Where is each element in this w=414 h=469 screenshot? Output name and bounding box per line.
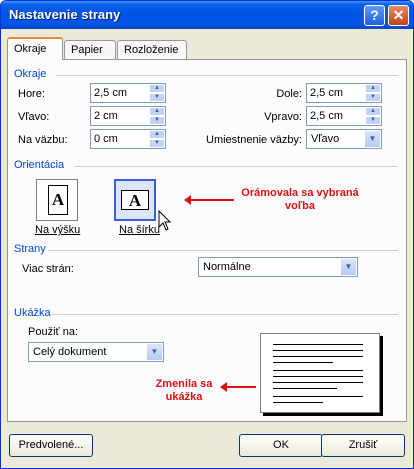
landscape-page-icon: A bbox=[121, 190, 149, 210]
bottom-margin-value: 2,5 cm bbox=[310, 87, 344, 99]
multiple-pages-value: Normálne bbox=[203, 261, 251, 273]
gutter-position-label: Umiestnenie väzby: bbox=[206, 134, 302, 146]
right-margin-spinner[interactable]: 2,5 cm ▲ ▼ bbox=[306, 106, 382, 126]
tab-margins[interactable]: Okraje bbox=[7, 37, 63, 60]
arrow-icon bbox=[184, 195, 234, 205]
spin-arrows-icon[interactable]: ▲ ▼ bbox=[149, 84, 165, 102]
divider bbox=[48, 250, 398, 251]
ok-button[interactable]: OK bbox=[239, 434, 323, 457]
gutter-value: 0 cm bbox=[94, 133, 118, 145]
chevron-down-icon[interactable]: ▼ bbox=[364, 130, 381, 148]
cancel-button[interactable]: Zrušiť bbox=[321, 434, 405, 457]
left-margin-value: 2 cm bbox=[94, 110, 118, 122]
portrait-label[interactable]: Na výšku bbox=[35, 224, 80, 236]
bottom-margin-spinner[interactable]: 2,5 cm ▲ ▼ bbox=[306, 83, 382, 103]
preview-page bbox=[260, 333, 380, 413]
divider bbox=[74, 166, 398, 167]
multiple-pages-label: Viac strán: bbox=[22, 263, 74, 275]
orientation-callout: Orámovala sa vybraná voľba bbox=[241, 187, 359, 212]
gutter-label: Na väzbu: bbox=[18, 134, 68, 146]
orientation-group-title: Orientácia bbox=[14, 159, 65, 171]
tab-panel-margins: Okraje Hore: 2,5 cm ▲ ▼ Vľavo: 2 cm ▲ ▼ Na… bbox=[7, 59, 407, 422]
mouse-pointer-icon bbox=[158, 210, 172, 231]
title-bar: Nastavenie strany ? ✕ bbox=[1, 1, 413, 29]
gutter-position-value: Vľavo bbox=[311, 133, 340, 145]
right-margin-label: Vpravo: bbox=[264, 111, 302, 123]
apply-to-value: Celý dokument bbox=[33, 346, 107, 358]
chevron-down-icon[interactable]: ▼ bbox=[340, 258, 357, 276]
preview-group-title: Ukážka bbox=[14, 307, 51, 319]
help-button[interactable]: ? bbox=[364, 5, 385, 26]
right-margin-value: 2,5 cm bbox=[310, 110, 344, 122]
close-button[interactable]: ✕ bbox=[388, 5, 409, 26]
left-margin-spinner[interactable]: 2 cm ▲ ▼ bbox=[90, 106, 166, 126]
spin-arrows-icon[interactable]: ▲ ▼ bbox=[365, 84, 381, 102]
landscape-option[interactable]: A bbox=[114, 179, 156, 221]
multiple-pages-select[interactable]: Normálne ▼ bbox=[198, 257, 358, 277]
divider bbox=[56, 75, 398, 76]
apply-to-label: Použiť na: bbox=[28, 326, 78, 338]
pages-group-title: Strany bbox=[14, 243, 46, 255]
preview-callout: Zmenila sa ukážka bbox=[155, 378, 213, 403]
dialog-title: Nastavenie strany bbox=[9, 7, 121, 22]
portrait-option[interactable]: A bbox=[36, 179, 78, 221]
arrow-icon bbox=[220, 382, 256, 392]
spin-arrows-icon[interactable]: ▲ ▼ bbox=[149, 107, 165, 125]
top-margin-value: 2,5 cm bbox=[94, 87, 128, 99]
spin-arrows-icon[interactable]: ▲ ▼ bbox=[365, 107, 381, 125]
gutter-spinner[interactable]: 0 cm ▲ ▼ bbox=[90, 129, 166, 149]
apply-to-select[interactable]: Celý dokument ▼ bbox=[28, 342, 164, 362]
top-margin-spinner[interactable]: 2,5 cm ▲ ▼ bbox=[90, 83, 166, 103]
tab-layout[interactable]: Rozloženie bbox=[117, 40, 187, 59]
portrait-page-icon: A bbox=[48, 185, 68, 215]
margins-group-title: Okraje bbox=[14, 68, 47, 80]
page-setup-dialog: Nastavenie strany ? ✕ Okraje Papier Rozl… bbox=[0, 0, 414, 469]
left-margin-label: Vľavo: bbox=[18, 111, 50, 123]
tab-paper[interactable]: Papier bbox=[64, 40, 116, 59]
bottom-margin-label: Dole: bbox=[276, 88, 302, 100]
spin-arrows-icon[interactable]: ▲ ▼ bbox=[149, 130, 165, 148]
default-button[interactable]: Predvolené... bbox=[9, 434, 93, 457]
top-margin-label: Hore: bbox=[18, 88, 45, 100]
chevron-down-icon[interactable]: ▼ bbox=[146, 343, 163, 361]
landscape-label[interactable]: Na šírku bbox=[119, 224, 160, 236]
gutter-position-select[interactable]: Vľavo ▼ bbox=[306, 129, 382, 149]
divider bbox=[52, 314, 398, 315]
